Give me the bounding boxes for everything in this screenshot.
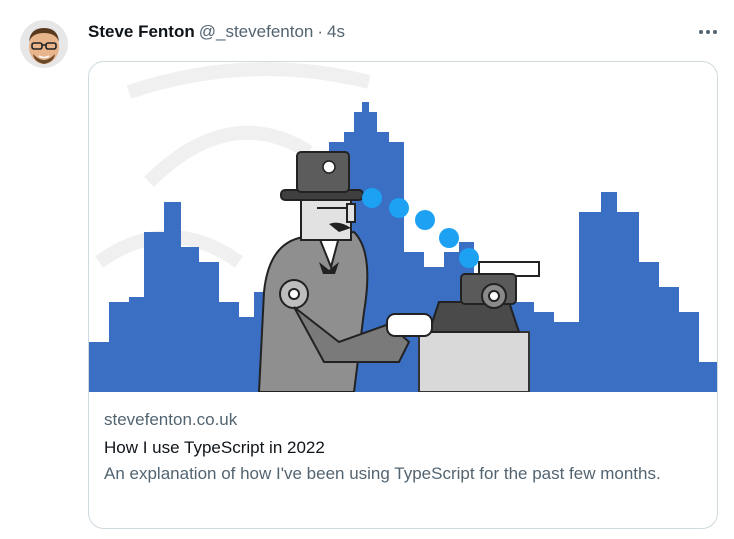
card-title: How I use TypeScript in 2022 (104, 438, 325, 457)
separator-dot: · (317, 22, 324, 41)
more-options-button[interactable] (696, 20, 720, 44)
robot-typewriter-skyline-illustration (89, 62, 717, 392)
card-body: stevefenton.co.uk How I use TypeScript i… (104, 410, 697, 486)
avatar[interactable] (20, 20, 68, 68)
author-display-name[interactable]: Steve Fenton (88, 22, 195, 42)
ellipsis-icon (699, 30, 717, 34)
tweet-timestamp[interactable]: 4s (327, 22, 345, 42)
link-preview-card[interactable]: stevefenton.co.uk How I use TypeScript i… (88, 61, 718, 529)
card-domain: stevefenton.co.uk (104, 410, 238, 429)
cartoon-face-icon (20, 20, 68, 68)
card-description: An explanation of how I've been using Ty… (104, 464, 661, 483)
tweet-header: Steve Fenton @_stevefenton · 4s (88, 20, 714, 44)
author-handle[interactable]: @_stevefenton (199, 22, 314, 42)
